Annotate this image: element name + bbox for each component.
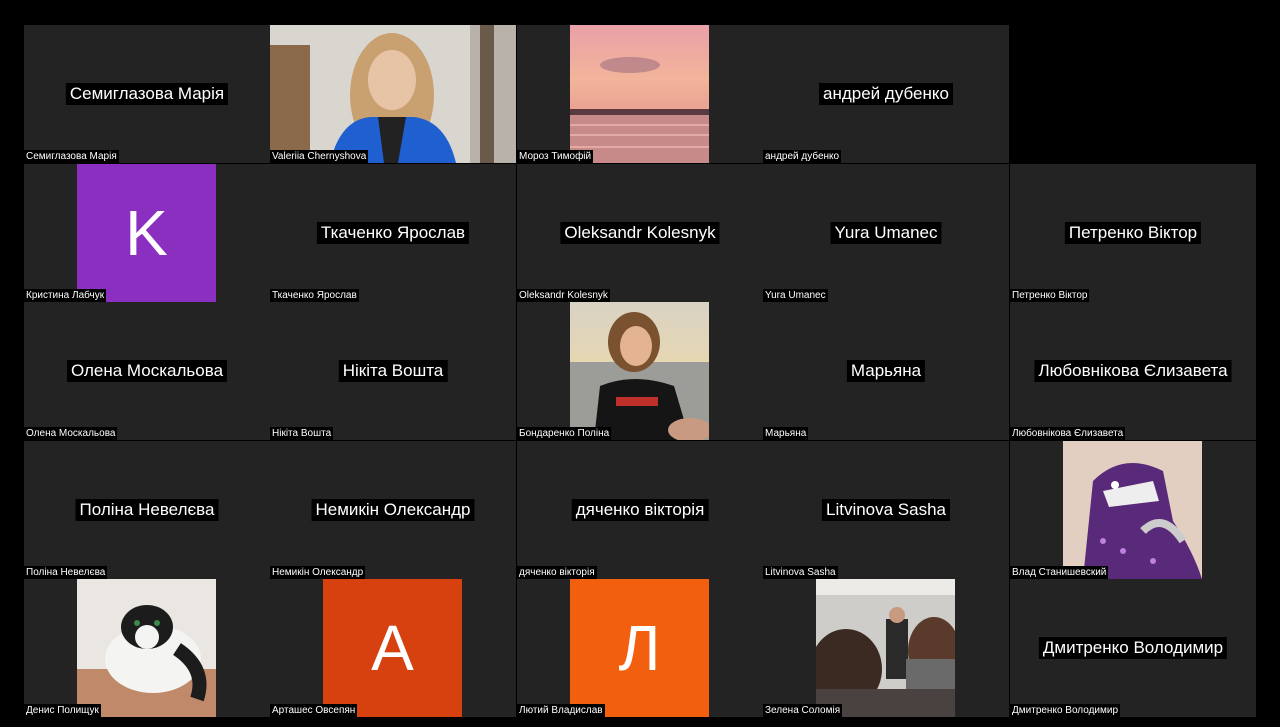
participant-name: Поліна Невелєва xyxy=(75,499,219,521)
participant-tile[interactable]: Зелена Соломія xyxy=(763,579,1009,717)
participant-name: Дмитренко Володимир xyxy=(1038,637,1228,659)
participant-name-tag: Дмитренко Володимир xyxy=(1010,704,1121,717)
participant-tile[interactable]: Немикін Олександр Немикін Олександр xyxy=(270,441,516,579)
avatar-letter: A xyxy=(371,612,414,684)
participant-tile[interactable]: K Кристина Лабчук xyxy=(24,164,270,302)
participant-tile[interactable]: Олена Москальова Олена Москальова xyxy=(24,302,270,440)
participant-name: дяченко вікторія xyxy=(571,499,709,521)
participant-tile[interactable]: Денис Полищук xyxy=(24,579,270,717)
participant-name-tag: Немикін Олександр xyxy=(270,566,366,579)
participant-name-tag: Денис Полищук xyxy=(24,704,101,717)
participant-name-tag: Любовнікова Єлизавета xyxy=(1010,427,1126,440)
participant-name-tag: Кристина Лабчук xyxy=(24,289,107,302)
video-feed xyxy=(1063,441,1202,579)
participant-tile[interactable]: Oleksandr Kolesnyk Oleksandr Kolesnyk xyxy=(517,164,763,302)
participant-name-tag: Поліна Невелєва xyxy=(24,566,108,579)
participant-tile[interactable]: Марьяна Марьяна xyxy=(763,302,1009,440)
participant-name: Yura Umanec xyxy=(830,222,942,244)
video-feed xyxy=(570,25,709,163)
participant-name: Oleksandr Kolesnyk xyxy=(560,222,720,244)
participant-name: Олена Москальова xyxy=(66,360,228,382)
participant-name: Litvinova Sasha xyxy=(821,499,951,521)
participant-name-tag: Valeriia Chernyshova xyxy=(270,150,369,163)
participant-tile[interactable]: Мороз Тимофій xyxy=(517,25,763,163)
participant-name: Семиглазова Марія xyxy=(65,83,229,105)
participant-tile[interactable]: A Арташес Овсепян xyxy=(270,579,516,717)
participant-name: Немикін Олександр xyxy=(311,499,475,521)
avatar-letter: K xyxy=(125,197,168,269)
participant-name-tag: Петренко Віктор xyxy=(1010,289,1090,302)
participant-name-tag: Влад Станишевский xyxy=(1010,566,1109,579)
participant-tile[interactable]: Valeriia Chernyshova xyxy=(270,25,516,163)
participant-name-tag: Бондаренко Поліна xyxy=(517,427,612,440)
participant-name-tag: Марьяна xyxy=(763,427,809,440)
participant-name-tag: Ткаченко Ярослав xyxy=(270,289,359,302)
participant-name-tag: Мороз Тимофій xyxy=(517,150,594,163)
participant-tile[interactable]: Дмитренко Володимир Дмитренко Володимир xyxy=(1010,579,1256,717)
participant-name-tag: Yura Umanec xyxy=(763,289,828,302)
participant-tile[interactable]: андрей дубенко андрей дубенко xyxy=(763,25,1009,163)
video-feed xyxy=(816,579,955,717)
participant-name: Нікіта Вошта xyxy=(338,360,448,382)
participant-tile[interactable]: Петренко Віктор Петренко Віктор xyxy=(1010,164,1256,302)
participant-name-tag: Oleksandr Kolesnyk xyxy=(517,289,610,302)
participant-name: Марьяна xyxy=(846,360,926,382)
video-feed xyxy=(570,302,709,440)
participant-tile[interactable]: Litvinova Sasha Litvinova Sasha xyxy=(763,441,1009,579)
participant-name: андрей дубенко xyxy=(819,83,953,105)
participant-tile[interactable]: Семиглазова Марія Семиглазова Марія xyxy=(24,25,270,163)
participant-tile[interactable]: Л Лютий Владислав xyxy=(517,579,763,717)
participant-name: Ткаченко Ярослав xyxy=(316,222,470,244)
participant-name-tag: Семиглазова Марія xyxy=(24,150,119,163)
participant-tile[interactable]: Нікіта Вошта Нікіта Вошта xyxy=(270,302,516,440)
participant-name-tag: Нікіта Вошта xyxy=(270,427,334,440)
participant-tile[interactable]: Влад Станишевский xyxy=(1010,441,1256,579)
video-feed xyxy=(270,25,516,163)
participant-name-tag: Зелена Соломія xyxy=(763,704,843,717)
participant-name: Петренко Віктор xyxy=(1064,222,1202,244)
participant-name-tag: андрей дубенко xyxy=(763,150,842,163)
participant-name-tag: Litvinova Sasha xyxy=(763,566,838,579)
participant-name: Любовнікова Єлизавета xyxy=(1034,360,1232,382)
participant-name-tag: Лютий Владислав xyxy=(517,704,605,717)
participant-tile[interactable]: Ткаченко Ярослав Ткаченко Ярослав xyxy=(270,164,516,302)
participant-tile[interactable]: Yura Umanec Yura Umanec xyxy=(763,164,1009,302)
participant-tile[interactable]: дяченко вікторія дяченко вікторія xyxy=(517,441,763,579)
avatar-letter: Л xyxy=(618,612,661,684)
participant-name-tag: дяченко вікторія xyxy=(517,566,597,579)
participant-name-tag: Арташес Овсепян xyxy=(270,704,358,717)
participant-name-tag: Олена Москальова xyxy=(24,427,118,440)
participant-tile[interactable]: Поліна Невелєва Поліна Невелєва xyxy=(24,441,270,579)
participant-tile[interactable]: Любовнікова Єлизавета Любовнікова Єлизав… xyxy=(1010,302,1256,440)
video-feed xyxy=(77,579,216,717)
participant-tile[interactable]: Бондаренко Поліна xyxy=(517,302,763,440)
